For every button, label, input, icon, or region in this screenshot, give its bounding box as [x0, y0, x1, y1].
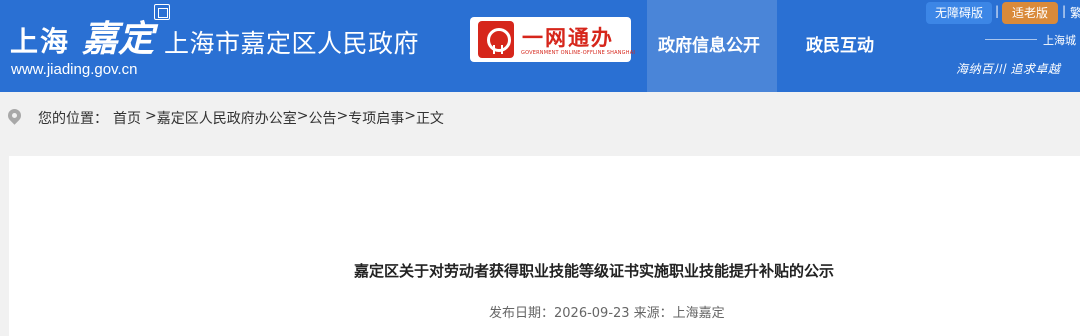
article-panel: 嘉定区关于对劳动者获得职业技能等级证书实施职业技能提升补贴的公示 发布日期：20…: [9, 156, 1080, 336]
breadcrumb-current: 正文: [415, 111, 444, 127]
nav-item-interaction[interactable]: 政民互动: [806, 31, 874, 56]
ywtb-label: 一网通办: [522, 26, 614, 50]
logo-jiading-calligraphy: 嘉定: [82, 18, 155, 60]
toolbar-separator: |: [995, 4, 1000, 18]
breadcrumb-office[interactable]: 嘉定区人民政府办公室: [157, 108, 297, 128]
breadcrumb-announcements[interactable]: 公告: [308, 108, 336, 128]
site-title[interactable]: 上海市嘉定区人民政府: [164, 24, 419, 60]
logo-seal-icon: [154, 4, 170, 20]
breadcrumb-path: 首页 > 嘉定区人民政府办公室 > 公告 > 专项启事 > 正文: [113, 108, 444, 128]
ywtb-logo-icon: [478, 21, 514, 58]
logo-shanghai-text: 上海: [10, 25, 71, 58]
slogan: 海纳百川 追求卓越: [956, 62, 1061, 76]
location-pin-icon: [5, 106, 24, 125]
ywtb-button[interactable]: 一网通办 GOVERNMENT ONLINE-OFFLINE SHANGHAI: [470, 17, 635, 62]
breadcrumb-label: 您的位置：: [38, 111, 108, 127]
ywtb-subtitle: GOVERNMENT ONLINE-OFFLINE SHANGHAI: [521, 50, 636, 56]
site-url: www.jiading.gov.cn: [11, 61, 138, 78]
breadcrumb-home[interactable]: 首页: [113, 108, 141, 128]
breadcrumb: 您的位置： 首页 > 嘉定区人民政府办公室 > 公告 > 专项启事 > 正文: [0, 92, 1080, 142]
city-label: 上海城: [1043, 34, 1076, 47]
accessible-version-button[interactable]: 无障碍版: [926, 2, 992, 24]
divider: [985, 39, 1037, 40]
breadcrumb-separator: >: [404, 108, 416, 124]
breadcrumb-separator: >: [336, 108, 349, 124]
nav-item-info-disclosure[interactable]: 政府信息公开: [658, 31, 760, 56]
breadcrumb-separator: >: [296, 108, 309, 124]
article-title: 嘉定区关于对劳动者获得职业技能等级证书实施职业技能提升补贴的公示: [354, 262, 835, 280]
breadcrumb-special-notices[interactable]: 专项启事: [348, 108, 404, 128]
traditional-chinese-button[interactable]: 繁: [1070, 4, 1080, 21]
elder-version-button[interactable]: 适老版: [1002, 2, 1058, 24]
site-header: 上海 嘉定 上海市嘉定区人民政府 www.jiading.gov.cn 一网通办…: [0, 0, 1080, 92]
toolbar-separator: |: [1062, 4, 1067, 18]
article-meta: 发布日期：2026-09-23 来源：上海嘉定: [489, 306, 725, 321]
breadcrumb-separator: >: [145, 108, 157, 124]
